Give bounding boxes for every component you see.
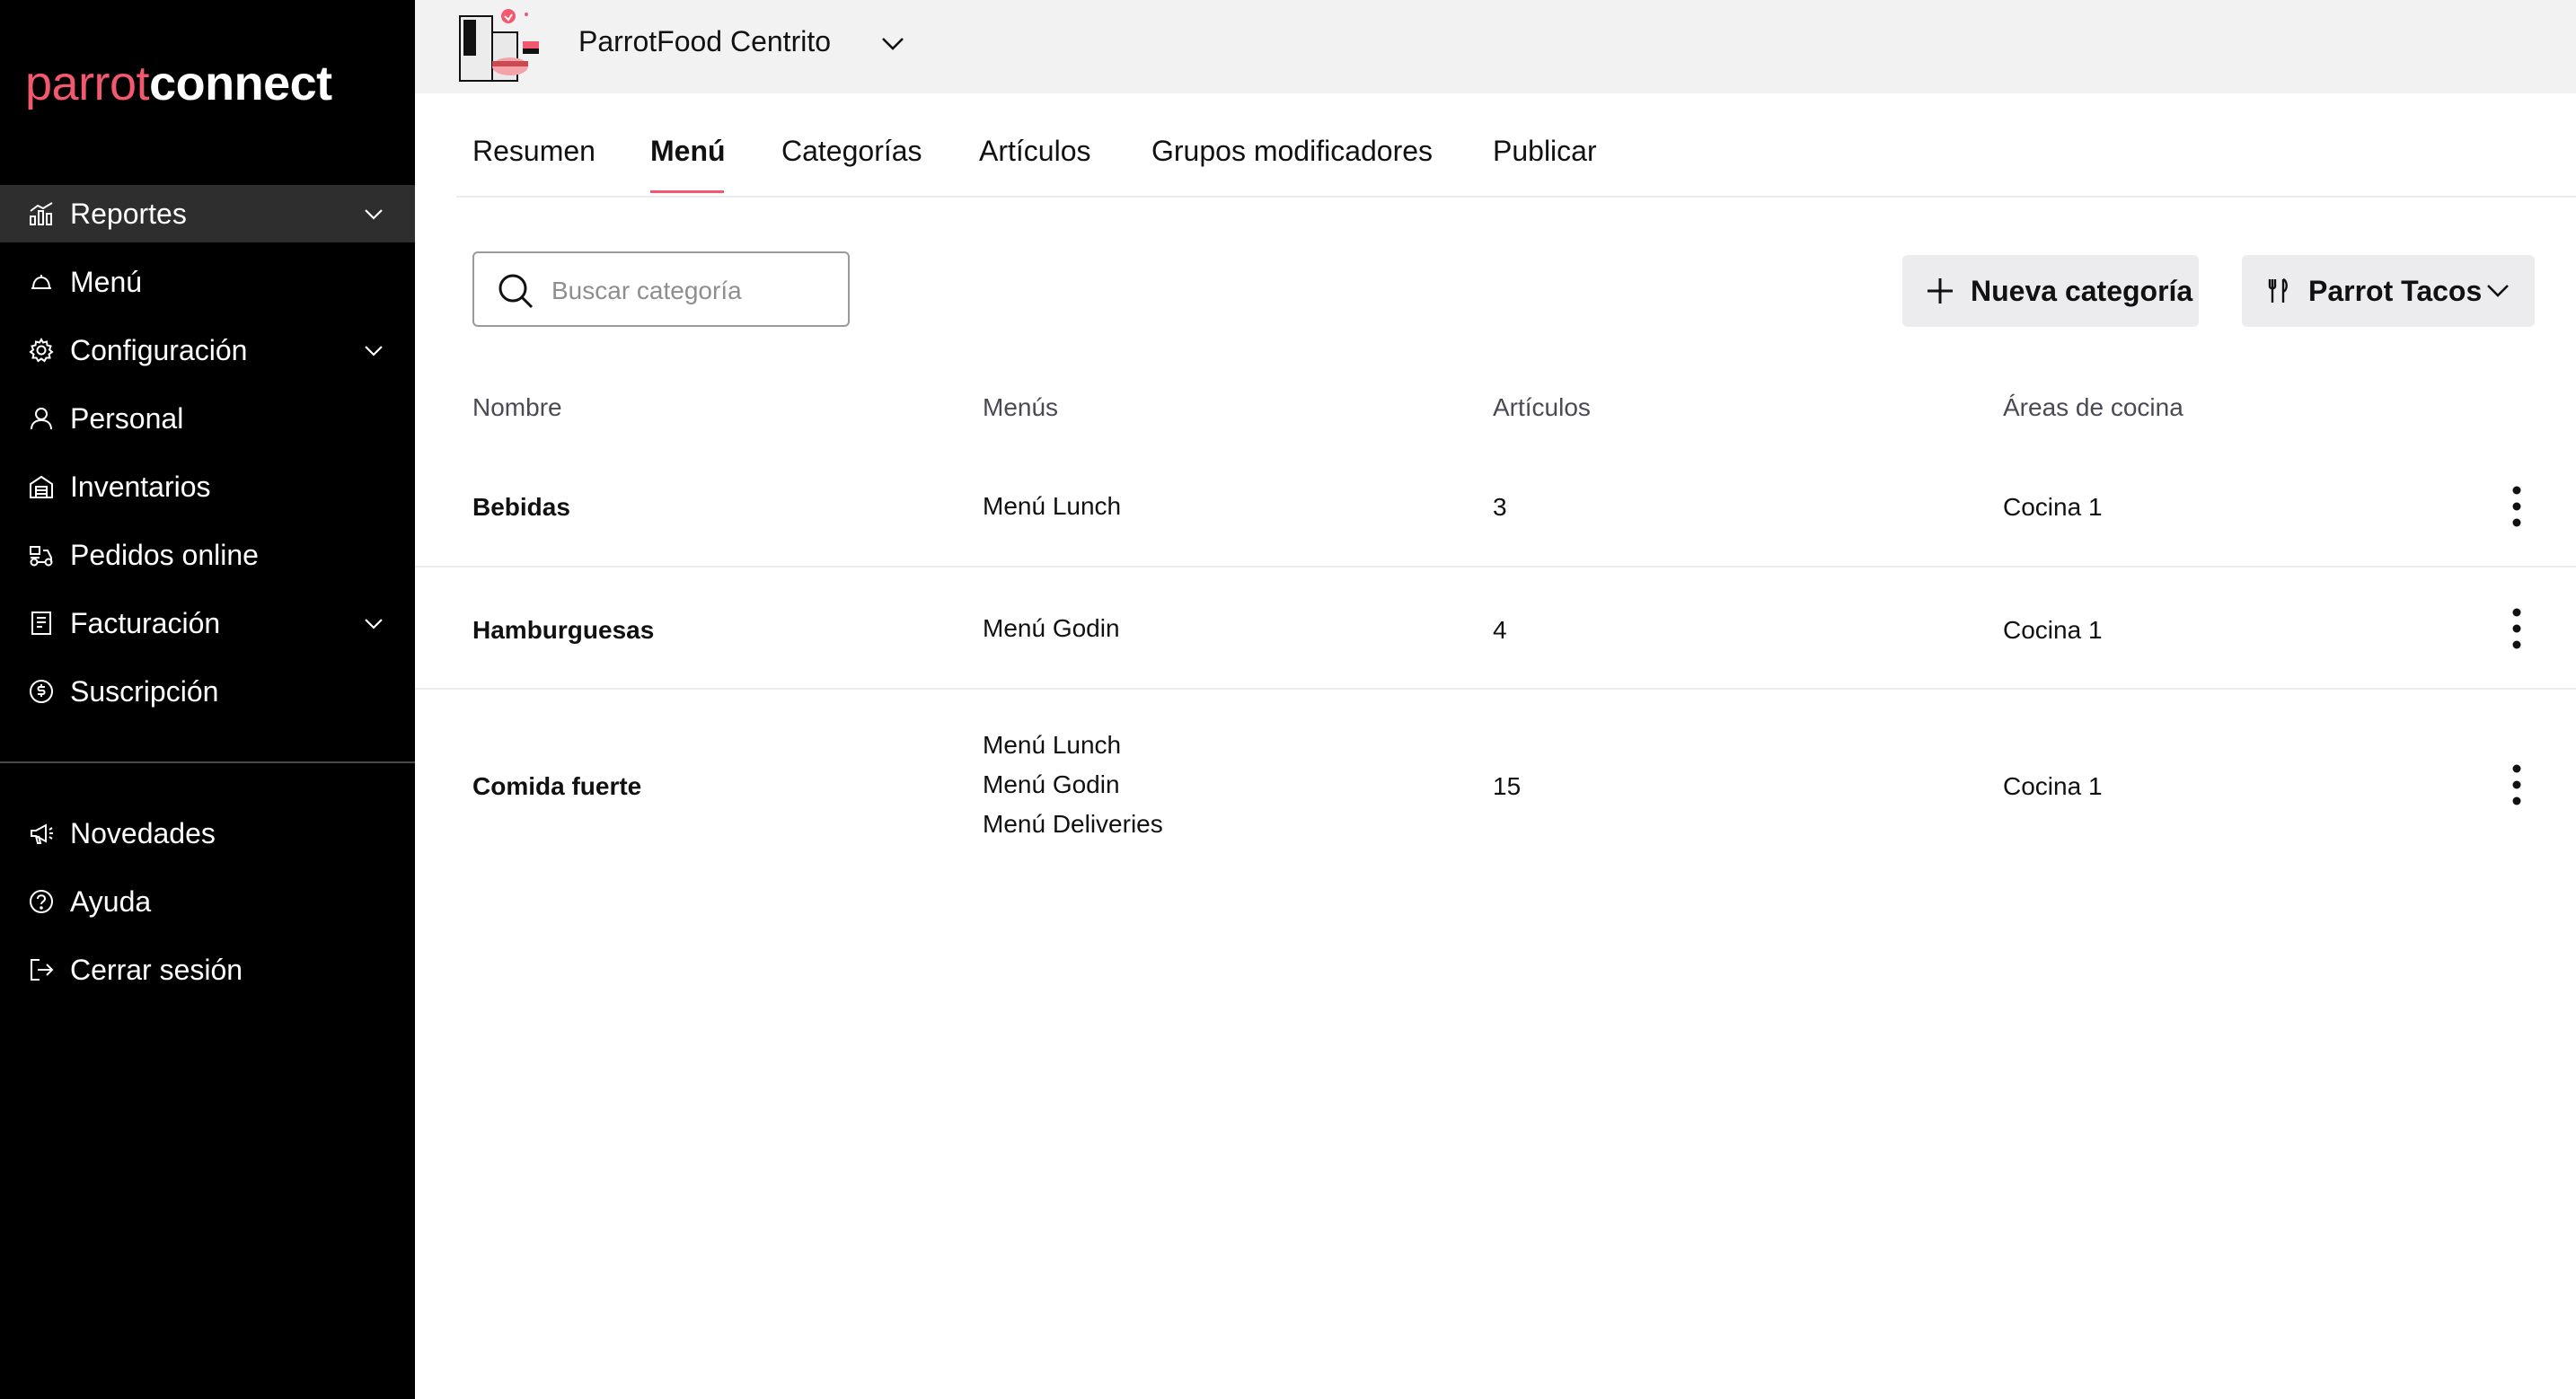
kitchen-area: Cocina 1 (2003, 493, 2103, 521)
tabs-divider (456, 196, 2576, 198)
chevron-down-icon[interactable] (877, 27, 909, 59)
sidebar-item-suscripcion[interactable]: Suscripción (0, 663, 415, 720)
sidebar-divider (0, 761, 415, 763)
search-input[interactable] (551, 271, 830, 311)
parrotconnect-logo[interactable]: parrotconnect (25, 56, 332, 111)
fork-knife-icon (2268, 277, 2288, 303)
active-tab-indicator (650, 190, 724, 193)
sidebar-item-cerrar-sesion[interactable]: Cerrar sesión (0, 941, 415, 999)
column-header-nombre[interactable]: Nombre (472, 393, 562, 422)
row-divider (415, 688, 2576, 690)
store-name[interactable]: ParrotFood Centrito (578, 25, 831, 58)
column-header-articulos[interactable]: Artículos (1493, 393, 1591, 422)
menu-name: Menú Lunch (983, 492, 1122, 520)
sidebar-item-label: Ayuda (70, 884, 152, 918)
sidebar-item-label: Cerrar sesión (70, 953, 243, 986)
new-category-label: Nueva categoría (1971, 274, 2193, 307)
sidebar-item-ayuda[interactable]: Ayuda (0, 873, 415, 930)
section-tabs: Resumen Menú Categorías Artículos Grupos… (415, 93, 2576, 201)
logout-icon (27, 955, 56, 984)
new-category-button[interactable]: Nueva categoría (1902, 255, 2199, 327)
sidebar-item-label: Novedades (70, 816, 216, 849)
menu-name: Menú Godin (983, 614, 1120, 642)
tab-menu[interactable]: Menú (650, 135, 726, 168)
column-header-menus[interactable]: Menús (983, 393, 1058, 422)
sidebar-secondary-nav: Novedades Ayuda Cerrar sesión (0, 805, 415, 1009)
store-logo-image[interactable] (456, 5, 546, 84)
category-menus: Menú Godin (983, 609, 1120, 648)
logo-text-connect: connect (149, 57, 332, 110)
help-icon (27, 887, 56, 916)
tab-resumen[interactable]: Resumen (472, 135, 595, 168)
chart-icon (27, 199, 56, 228)
menu-selector-label: Parrot Tacos (2308, 274, 2483, 307)
delivery-icon (27, 541, 56, 569)
sidebar-item-label: Inventarios (70, 470, 211, 503)
search-icon (498, 274, 534, 309)
sidebar-item-label: Facturación (70, 606, 221, 639)
sidebar-item-facturacion[interactable]: Facturación (0, 594, 415, 652)
logo-text-parrot: parrot (25, 57, 150, 110)
sidebar-item-label: Menú (70, 265, 143, 298)
plus-icon (1928, 278, 1953, 304)
category-name[interactable]: Hamburguesas (472, 616, 654, 645)
sidebar: parrotconnect Reportes Menú Configuració… (0, 0, 415, 1399)
sidebar-item-label: Suscripción (70, 674, 219, 708)
user-icon (27, 404, 56, 433)
invoice-icon (27, 609, 56, 638)
sidebar-item-label: Personal (70, 401, 184, 435)
sidebar-item-personal[interactable]: Personal (0, 390, 415, 447)
chevron-down-icon (365, 346, 383, 356)
category-menus: Menú Lunch Menú Godin Menú Deliveries (983, 726, 1163, 844)
sidebar-item-reportes[interactable]: Reportes (0, 185, 415, 242)
article-count: 4 (1493, 616, 1507, 644)
sidebar-item-inventarios[interactable]: Inventarios (0, 458, 415, 515)
gear-icon (27, 336, 56, 365)
article-count: 3 (1493, 493, 1507, 521)
sidebar-item-novedades[interactable]: Novedades (0, 805, 415, 862)
sidebar-item-label: Pedidos online (70, 538, 259, 571)
column-header-areas-cocina[interactable]: Áreas de cocina (2003, 393, 2183, 422)
search-box[interactable] (472, 251, 850, 327)
kitchen-area: Cocina 1 (2003, 616, 2103, 644)
kitchen-area: Cocina 1 (2003, 772, 2103, 800)
menu-selector-dropdown[interactable]: Parrot Tacos (2242, 255, 2535, 327)
sidebar-item-configuracion[interactable]: Configuración (0, 321, 415, 379)
tab-publicar[interactable]: Publicar (1493, 135, 1597, 168)
more-options-icon[interactable] (2499, 761, 2535, 808)
menu-name: Menú Godin (983, 770, 1120, 798)
warehouse-icon (27, 472, 56, 501)
category-name[interactable]: Bebidas (472, 493, 570, 522)
sidebar-item-menu[interactable]: Menú (0, 253, 415, 311)
tab-grupos-modificadores[interactable]: Grupos modificadores (1151, 135, 1433, 168)
megaphone-icon (27, 819, 56, 848)
sidebar-nav: Reportes Menú Configuración Personal Inv… (0, 185, 415, 731)
row-divider (415, 566, 2576, 568)
sidebar-item-label: Configuración (70, 333, 248, 366)
sidebar-item-label: Reportes (70, 197, 187, 230)
cloche-icon (27, 268, 56, 296)
more-options-icon[interactable] (2499, 483, 2535, 530)
article-count: 15 (1493, 772, 1522, 800)
more-options-icon[interactable] (2499, 605, 2535, 652)
tab-categorias[interactable]: Categorías (781, 135, 922, 168)
menu-name: Menú Lunch (983, 731, 1122, 759)
top-bar: ParrotFood Centrito (415, 0, 2576, 93)
category-menus: Menú Lunch (983, 487, 1121, 526)
subscription-icon (27, 677, 56, 706)
sidebar-item-pedidos-online[interactable]: Pedidos online (0, 526, 415, 584)
menu-name: Menú Deliveries (983, 810, 1163, 838)
tab-articulos[interactable]: Artículos (979, 135, 1090, 168)
category-name[interactable]: Comida fuerte (472, 772, 641, 801)
chevron-down-icon (365, 619, 383, 629)
chevron-down-icon (365, 209, 383, 220)
chevron-down-icon (2487, 285, 2509, 297)
